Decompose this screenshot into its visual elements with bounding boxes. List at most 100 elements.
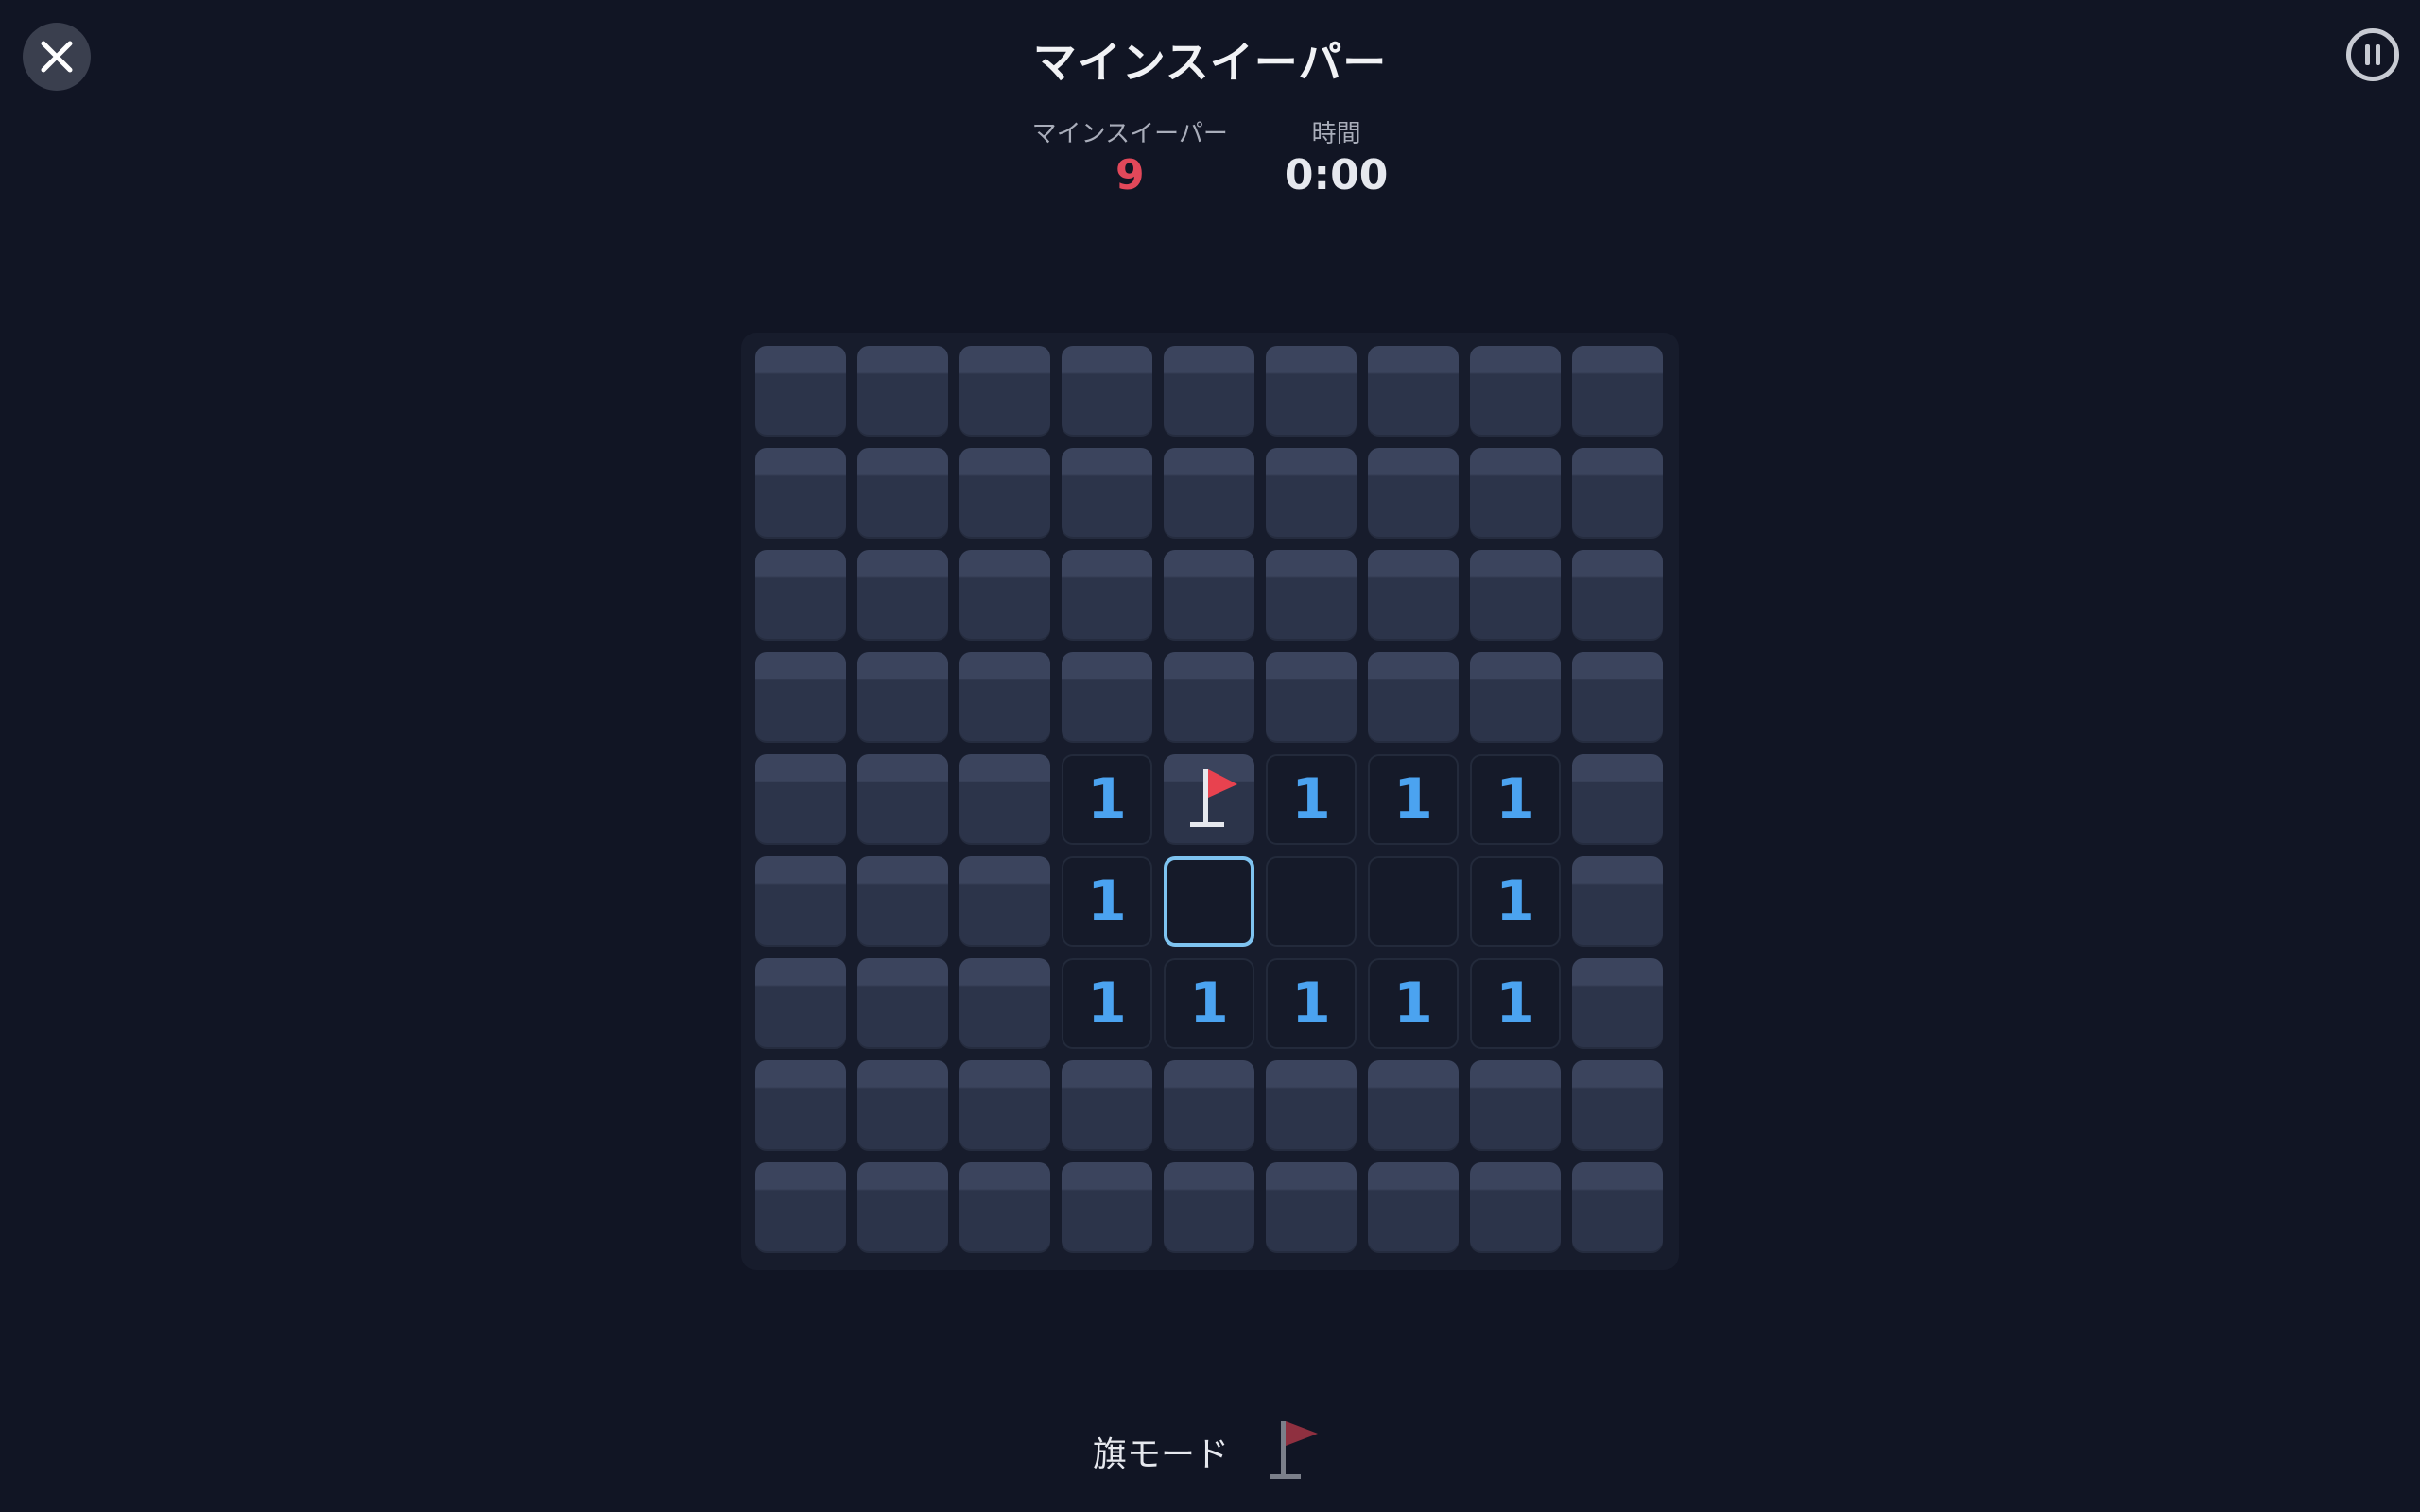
cell-hidden[interactable]	[959, 346, 1050, 437]
mines-label: マインスイーパー	[1031, 120, 1228, 148]
cell-flagged[interactable]	[1164, 754, 1254, 845]
cell-hidden[interactable]	[755, 448, 846, 539]
cell-hidden[interactable]	[857, 754, 948, 845]
cell-number-value: 1	[1291, 766, 1331, 833]
cell-hidden[interactable]	[857, 958, 948, 1049]
cell-hidden[interactable]	[1062, 346, 1152, 437]
cell-hidden[interactable]	[1062, 448, 1152, 539]
cell-number[interactable]: 1	[1062, 754, 1152, 845]
cell-hidden[interactable]	[857, 1162, 948, 1253]
cell-hidden[interactable]	[1062, 1162, 1152, 1253]
cell-hidden[interactable]	[1062, 550, 1152, 641]
flag-mode-control: 旗モード	[0, 1418, 2420, 1486]
cell-hidden[interactable]	[1266, 1162, 1357, 1253]
cell-number-value: 1	[1087, 868, 1127, 935]
cell-hidden[interactable]	[1470, 652, 1561, 743]
cell-hidden[interactable]	[1572, 754, 1663, 845]
cell-hidden[interactable]	[1368, 1060, 1459, 1151]
cell-number[interactable]: 1	[1164, 958, 1254, 1049]
cell-hidden[interactable]	[1164, 346, 1254, 437]
cell-hidden[interactable]	[857, 1060, 948, 1151]
cell-hidden[interactable]	[1572, 958, 1663, 1049]
cell-empty[interactable]	[1266, 856, 1357, 947]
cell-hidden[interactable]	[857, 346, 948, 437]
cell-hidden[interactable]	[959, 448, 1050, 539]
cell-hidden[interactable]	[959, 550, 1050, 641]
cell-hidden[interactable]	[1266, 346, 1357, 437]
cell-hidden[interactable]	[959, 1060, 1050, 1151]
cell-hidden[interactable]	[959, 652, 1050, 743]
cell-hidden[interactable]	[1572, 1060, 1663, 1151]
cell-number-value: 1	[1087, 971, 1127, 1037]
cell-empty[interactable]	[1368, 856, 1459, 947]
cell-selected[interactable]	[1164, 856, 1254, 947]
cell-number[interactable]: 1	[1266, 754, 1357, 845]
cell-hidden[interactable]	[1164, 1162, 1254, 1253]
cell-hidden[interactable]	[959, 1162, 1050, 1253]
flag-icon	[1190, 769, 1237, 827]
cell-hidden[interactable]	[1164, 652, 1254, 743]
cell-number[interactable]: 1	[1470, 856, 1561, 947]
cell-number-value: 1	[1495, 971, 1535, 1037]
cell-hidden[interactable]	[1266, 550, 1357, 641]
mines-counter: マインスイーパー 9	[1032, 117, 1228, 200]
cell-number[interactable]: 1	[1470, 958, 1561, 1049]
cell-hidden[interactable]	[755, 1060, 846, 1151]
cell-hidden[interactable]	[1470, 550, 1561, 641]
cell-number[interactable]: 1	[1368, 754, 1459, 845]
cell-hidden[interactable]	[1470, 346, 1561, 437]
cell-hidden[interactable]	[1572, 346, 1663, 437]
cell-hidden[interactable]	[1164, 550, 1254, 641]
cell-hidden[interactable]	[755, 346, 846, 437]
cell-hidden[interactable]	[755, 550, 846, 641]
cell-hidden[interactable]	[1368, 652, 1459, 743]
cell-hidden[interactable]	[1266, 652, 1357, 743]
game-board: 11111111111	[741, 333, 1679, 1270]
cell-number[interactable]: 1	[1062, 856, 1152, 947]
time-label: 時間	[1311, 120, 1361, 148]
cell-number[interactable]: 1	[1368, 958, 1459, 1049]
cell-hidden[interactable]	[755, 856, 846, 947]
cell-hidden[interactable]	[1266, 448, 1357, 539]
cell-hidden[interactable]	[755, 754, 846, 845]
cell-hidden[interactable]	[1470, 1060, 1561, 1151]
cell-hidden[interactable]	[1572, 856, 1663, 947]
cell-hidden[interactable]	[1368, 1162, 1459, 1253]
cell-hidden[interactable]	[857, 448, 948, 539]
cell-hidden[interactable]	[1368, 346, 1459, 437]
cell-hidden[interactable]	[1572, 1162, 1663, 1253]
cell-hidden[interactable]	[1572, 448, 1663, 539]
cell-hidden[interactable]	[1164, 1060, 1254, 1151]
cell-hidden[interactable]	[959, 754, 1050, 845]
timer: 時間 0:00	[1285, 117, 1388, 200]
cell-hidden[interactable]	[1572, 550, 1663, 641]
flag-mode-toggle[interactable]	[1267, 1418, 1327, 1486]
cell-number-value: 1	[1495, 766, 1535, 833]
cell-hidden[interactable]	[1266, 1060, 1357, 1151]
cell-hidden[interactable]	[755, 652, 846, 743]
cell-hidden[interactable]	[1572, 652, 1663, 743]
cell-hidden[interactable]	[857, 652, 948, 743]
cell-hidden[interactable]	[755, 1162, 846, 1253]
time-value: 0:00	[1284, 151, 1389, 199]
cell-hidden[interactable]	[1164, 448, 1254, 539]
cell-hidden[interactable]	[857, 856, 948, 947]
cell-hidden[interactable]	[1470, 1162, 1561, 1253]
cell-hidden[interactable]	[1470, 448, 1561, 539]
cell-number[interactable]: 1	[1470, 754, 1561, 845]
minesweeper-app: マインスイーパー マインスイーパー 9 時間 0:00 11111111111 …	[0, 0, 2420, 1512]
cell-hidden[interactable]	[1368, 550, 1459, 641]
cell-hidden[interactable]	[755, 958, 846, 1049]
cell-hidden[interactable]	[1368, 448, 1459, 539]
cell-number-value: 1	[1495, 868, 1535, 935]
cell-hidden[interactable]	[959, 856, 1050, 947]
cell-number[interactable]: 1	[1062, 958, 1152, 1049]
cell-hidden[interactable]	[1062, 652, 1152, 743]
flag-mode-label: 旗モード	[1092, 1435, 1229, 1474]
cell-hidden[interactable]	[1062, 1060, 1152, 1151]
cell-hidden[interactable]	[959, 958, 1050, 1049]
cell-number[interactable]: 1	[1266, 958, 1357, 1049]
cell-hidden[interactable]	[857, 550, 948, 641]
pause-button[interactable]	[2346, 28, 2399, 81]
flag-icon	[1270, 1421, 1318, 1479]
